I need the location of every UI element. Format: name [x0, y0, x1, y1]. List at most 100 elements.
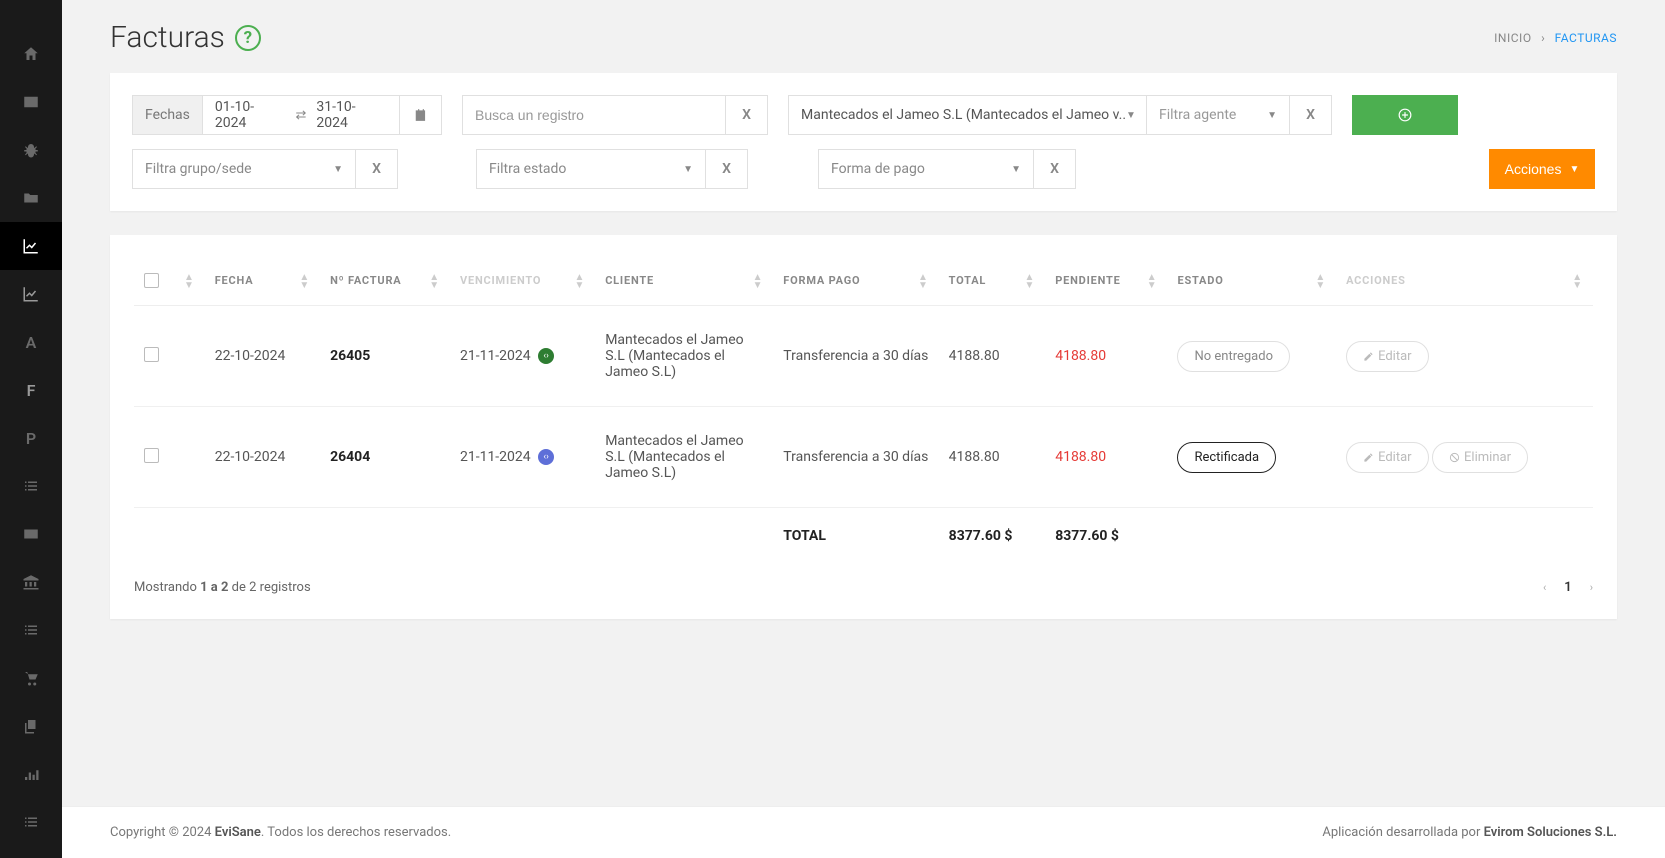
edit-icon	[1363, 452, 1374, 463]
bug-icon	[22, 141, 40, 159]
cell-cliente: Mantecados el Jameo S.L (Mantecados el J…	[595, 306, 773, 407]
group-placeholder: Filtra grupo/sede	[145, 161, 252, 177]
sidebar-bank[interactable]	[0, 558, 62, 606]
cell-vencimiento: 21-11-2024 ‹›	[450, 407, 595, 508]
col-estado[interactable]: ESTADO▲▼	[1167, 259, 1336, 306]
chevron-down-icon: ▼	[1126, 110, 1136, 121]
page-title: Facturas ?	[110, 20, 261, 55]
sidebar-folder[interactable]	[0, 174, 62, 222]
col-num-factura[interactable]: Nº FACTURA▲▼	[320, 259, 450, 306]
date-range-filter: Fechas 01-10-2024 ⇄ 31-10-2024	[132, 95, 442, 135]
ban-icon	[1449, 452, 1460, 463]
group-select[interactable]: Filtra grupo/sede ▼	[132, 149, 356, 189]
chevron-down-icon: ▼	[683, 164, 693, 175]
agent-select[interactable]: Filtra agente ▼	[1146, 95, 1290, 135]
search-clear-button[interactable]: X	[726, 95, 768, 135]
col-forma-pago[interactable]: FORMA PAGO▲▼	[773, 259, 938, 306]
sidebar-copy[interactable]	[0, 702, 62, 750]
cell-pendiente: 4188.80	[1045, 407, 1167, 508]
estado-clear-button[interactable]: X	[706, 149, 748, 189]
cell-total: 4188.80	[939, 407, 1046, 508]
breadcrumb-current: FACTURAS	[1555, 31, 1617, 45]
edit-button[interactable]: Editar	[1346, 442, 1429, 473]
acciones-button[interactable]: Acciones ▼	[1489, 149, 1595, 189]
developer-credit: Aplicación desarrollada por Evirom Soluc…	[1322, 825, 1617, 840]
sidebar-chart1[interactable]	[0, 222, 62, 270]
edit-icon	[1363, 351, 1374, 362]
table-row: 22-10-20242640521-11-2024 ‹›Mantecados e…	[134, 306, 1593, 407]
chart-line-icon	[22, 285, 40, 303]
bank-icon	[22, 573, 40, 591]
cell-fecha: 22-10-2024	[205, 407, 320, 508]
sidebar-a[interactable]: A	[0, 318, 62, 366]
add-button[interactable]	[1352, 95, 1458, 135]
footer: Copyright © 2024 EviSane. Todos los dere…	[62, 806, 1665, 858]
chart-bar-icon	[22, 765, 40, 783]
estado-select[interactable]: Filtra estado ▼	[476, 149, 706, 189]
sidebar-bug[interactable]	[0, 126, 62, 174]
cell-num[interactable]: 26405	[320, 306, 450, 407]
pago-select[interactable]: Forma de pago ▼	[818, 149, 1034, 189]
sidebar-creditcard[interactable]	[0, 510, 62, 558]
pago-placeholder: Forma de pago	[831, 161, 925, 177]
credit-card-icon	[22, 525, 40, 543]
list-icon	[22, 621, 40, 639]
col-pendiente[interactable]: PENDIENTE▲▼	[1045, 259, 1167, 306]
chevron-down-icon: ▼	[1011, 164, 1021, 175]
status-badge-icon: ‹›	[538, 348, 554, 364]
help-icon[interactable]: ?	[235, 25, 261, 51]
agent-filter: Filtra agente ▼ X	[1146, 95, 1332, 135]
col-fecha[interactable]: FECHA▲▼	[205, 259, 320, 306]
chevron-down-icon: ▼	[333, 164, 343, 175]
page-prev[interactable]: ‹	[1543, 581, 1546, 594]
date-to: 31-10-2024	[316, 99, 387, 131]
sidebar-f[interactable]: F	[0, 366, 62, 414]
page-next[interactable]: ›	[1590, 581, 1593, 594]
breadcrumb-home[interactable]: INICIO	[1494, 31, 1531, 45]
status-badge-icon: ‹›	[538, 449, 554, 465]
estado-pill[interactable]: No entregado	[1177, 341, 1290, 372]
pago-filter: Forma de pago ▼ X	[818, 149, 1076, 189]
client-select[interactable]: Mantecados el Jameo S.L (Mantecados el J…	[788, 95, 1149, 135]
group-clear-button[interactable]: X	[356, 149, 398, 189]
sidebar-cart[interactable]	[0, 654, 62, 702]
col-total[interactable]: TOTAL▲▼	[939, 259, 1046, 306]
sidebar-list2[interactable]	[0, 606, 62, 654]
breadcrumb: INICIO › FACTURAS	[1494, 31, 1617, 45]
sidebar: A F P	[0, 0, 62, 858]
sidebar-chart-bar[interactable]	[0, 750, 62, 798]
group-filter: Filtra grupo/sede ▼ X	[132, 149, 398, 189]
edit-button[interactable]: Editar	[1346, 341, 1429, 372]
search-input[interactable]	[475, 96, 713, 134]
row-checkbox[interactable]	[144, 347, 159, 362]
cell-num[interactable]: 26404	[320, 407, 450, 508]
cell-forma-pago: Transferencia a 30 días	[773, 407, 938, 508]
col-acciones[interactable]: ACCIONES▲▼	[1336, 259, 1593, 306]
sidebar-p[interactable]: P	[0, 414, 62, 462]
agent-placeholder: Filtra agente	[1159, 107, 1236, 123]
select-all-checkbox[interactable]	[144, 273, 159, 288]
sidebar-card[interactable]	[0, 78, 62, 126]
date-range-display[interactable]: 01-10-2024 ⇄ 31-10-2024	[203, 95, 400, 135]
chevron-right-icon: ›	[1541, 31, 1545, 45]
chevron-down-icon: ▼	[1267, 110, 1277, 121]
cell-fecha: 22-10-2024	[205, 306, 320, 407]
calendar-button[interactable]	[400, 95, 442, 135]
copy-icon	[22, 717, 40, 735]
col-cliente[interactable]: CLIENTE▲▼	[595, 259, 773, 306]
folder-icon	[22, 189, 40, 207]
sidebar-home[interactable]	[0, 30, 62, 78]
copyright: Copyright © 2024 EviSane. Todos los dere…	[110, 825, 451, 840]
sidebar-list1[interactable]	[0, 462, 62, 510]
sidebar-list3[interactable]	[0, 798, 62, 846]
agent-clear-button[interactable]: X	[1290, 95, 1332, 135]
sort-icon[interactable]: ▲▼	[184, 274, 195, 290]
row-checkbox[interactable]	[144, 448, 159, 463]
delete-button[interactable]: Eliminar	[1432, 442, 1528, 473]
sidebar-chart2[interactable]	[0, 270, 62, 318]
totals-label: TOTAL	[773, 508, 938, 565]
page-current: 1	[1564, 580, 1571, 595]
pago-clear-button[interactable]: X	[1034, 149, 1076, 189]
col-vencimiento[interactable]: VENCIMIENTO▲▼	[450, 259, 595, 306]
estado-pill[interactable]: Rectificada	[1177, 442, 1276, 473]
